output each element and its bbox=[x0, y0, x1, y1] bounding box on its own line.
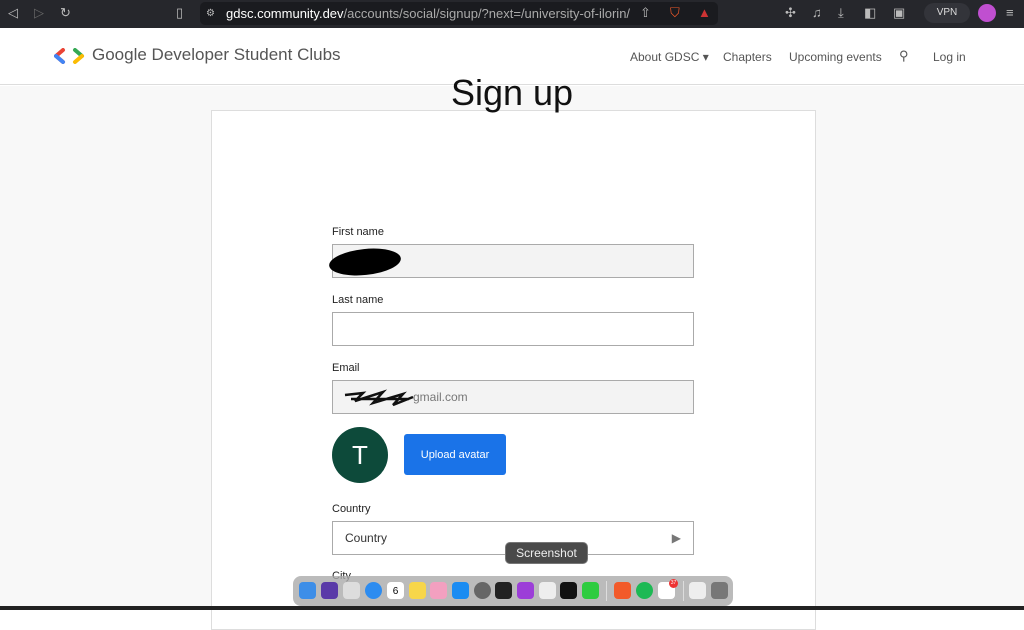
page-title: Sign up bbox=[450, 72, 574, 113]
downloads-stack-icon[interactable] bbox=[689, 582, 706, 599]
finder-icon[interactable] bbox=[299, 582, 316, 599]
media-icon[interactable]: ♫ bbox=[812, 5, 822, 20]
bookmark-icon[interactable]: ▯ bbox=[176, 5, 183, 21]
brave-icon[interactable] bbox=[614, 582, 631, 599]
slack-icon[interactable]: 37 bbox=[658, 579, 678, 599]
safari-icon[interactable] bbox=[365, 582, 382, 599]
photos-icon[interactable] bbox=[430, 582, 447, 599]
logo-text: Google Developer Student Clubs bbox=[92, 45, 341, 64]
back-icon[interactable]: ◁ bbox=[8, 5, 18, 21]
extensions-icon[interactable]: ✣ bbox=[785, 5, 796, 21]
forward-icon[interactable]: ▷ bbox=[34, 5, 44, 21]
url-host: gdsc.community.dev bbox=[226, 6, 344, 21]
download-icon[interactable]: ⤓ bbox=[838, 5, 844, 21]
trash-icon[interactable] bbox=[711, 582, 728, 599]
sidebar-icon[interactable]: ◧ bbox=[864, 5, 876, 21]
share-icon[interactable]: ⇧ bbox=[640, 5, 651, 21]
nav-login[interactable]: Log in bbox=[933, 50, 966, 64]
redaction-scribble bbox=[327, 245, 403, 279]
terminal-icon[interactable] bbox=[495, 582, 512, 599]
site-logo[interactable]: Google Developer Student Clubs bbox=[52, 45, 341, 65]
email-input[interactable]: gmail.com bbox=[332, 380, 694, 414]
podcasts-icon[interactable] bbox=[517, 582, 534, 599]
whatsapp-icon[interactable] bbox=[582, 582, 599, 599]
profile-avatar[interactable] bbox=[978, 4, 996, 22]
spotify-icon[interactable] bbox=[636, 582, 653, 599]
wallet-icon[interactable]: ▣ bbox=[893, 5, 905, 21]
country-label: Country bbox=[332, 503, 371, 515]
nav-upcoming-events[interactable]: Upcoming events bbox=[789, 50, 882, 64]
macos-dock: 6 37 bbox=[293, 576, 733, 606]
system-preferences-icon[interactable] bbox=[474, 582, 491, 599]
vpn-button[interactable]: VPN bbox=[924, 3, 970, 23]
upload-avatar-button[interactable]: Upload avatar bbox=[404, 434, 506, 475]
menu-icon[interactable]: ≡ bbox=[1006, 5, 1014, 20]
siri-icon[interactable] bbox=[321, 582, 338, 599]
brave-shield-icon[interactable]: ⛉ bbox=[670, 5, 680, 21]
app-store-icon[interactable] bbox=[452, 582, 469, 599]
email-label: Email bbox=[332, 362, 360, 374]
reload-icon[interactable]: ↻ bbox=[60, 5, 71, 21]
screenshot-icon[interactable] bbox=[539, 582, 556, 599]
dock-tooltip: Screenshot bbox=[505, 542, 588, 564]
dock-divider bbox=[683, 581, 684, 601]
gdsc-logo-icon bbox=[52, 47, 84, 64]
nav-about[interactable]: About GDSC ▾ bbox=[630, 50, 709, 64]
nav-chapters[interactable]: Chapters bbox=[723, 50, 772, 64]
last-name-input[interactable] bbox=[332, 312, 694, 346]
dock-divider bbox=[606, 581, 607, 601]
notes-icon[interactable] bbox=[409, 582, 426, 599]
search-icon[interactable]: ⚲ bbox=[899, 48, 909, 64]
avatar: T bbox=[332, 427, 388, 483]
browser-toolbar: ◁ ▷ ↻ ▯ gdsc.community.dev/accounts/soci… bbox=[0, 0, 1024, 28]
calendar-icon[interactable]: 6 bbox=[387, 582, 404, 599]
email-value: gmail.com bbox=[413, 390, 468, 404]
first-name-label: First name bbox=[332, 226, 384, 238]
site-settings-icon[interactable]: ⚙ bbox=[206, 8, 215, 19]
launchpad-icon[interactable] bbox=[343, 582, 360, 599]
last-name-label: Last name bbox=[332, 294, 384, 306]
chevron-right-icon: ▶ bbox=[671, 531, 681, 545]
brave-rewards-icon[interactable]: ▲ bbox=[698, 5, 711, 20]
screen-edge bbox=[0, 606, 1024, 610]
slack-badge: 37 bbox=[669, 579, 678, 588]
first-name-input[interactable] bbox=[327, 244, 694, 279]
redaction-scribble bbox=[344, 389, 414, 407]
apple-tv-icon[interactable] bbox=[560, 582, 577, 599]
url-path: /accounts/social/signup/?next=/universit… bbox=[343, 6, 631, 21]
